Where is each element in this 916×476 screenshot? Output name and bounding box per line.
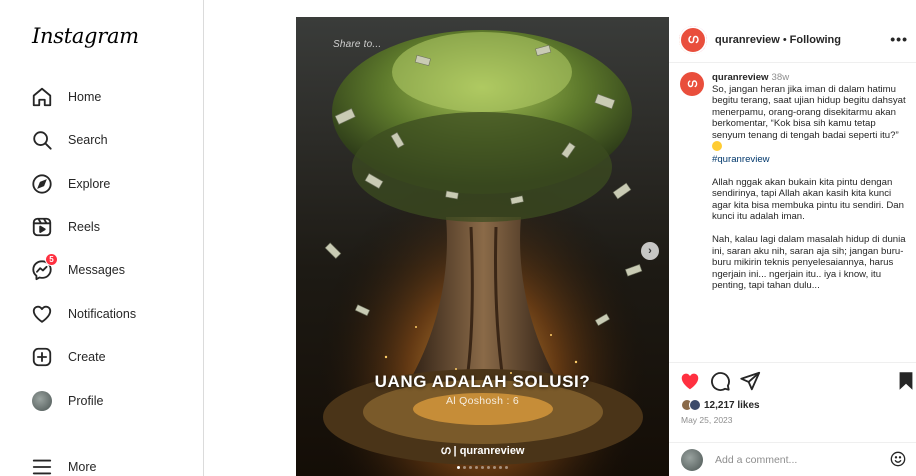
comment-icon (711, 372, 730, 391)
smile-emoji-icon (712, 141, 722, 151)
sidebar-item-create[interactable]: Create (30, 344, 106, 370)
brand-logo-icon: ഗ | (440, 445, 460, 457)
caption-text: quranreview 38w So, jangan heran jika ima… (712, 72, 908, 292)
image-subtitle: Al Qoshosh : 6 (445, 395, 520, 407)
sidebar-item-more[interactable]: More (30, 454, 96, 476)
instagram-logo[interactable]: Instagram (32, 24, 139, 48)
carousel-dot (469, 466, 472, 469)
carousel-dot (493, 466, 496, 469)
post-author-avatar[interactable]: ഗ (679, 25, 707, 54)
carousel-dot (457, 466, 460, 469)
profile-avatar (30, 389, 54, 413)
emoji-icon (890, 451, 906, 467)
save-button[interactable] (895, 370, 916, 392)
sidebar-item-label: Reels (68, 220, 100, 234)
heart-filled-icon (681, 373, 699, 390)
image-title: UANG ADALAH SOLUSI? (374, 372, 591, 391)
sidebar-item-label: Notifications (68, 307, 137, 321)
sidebar-item-messages[interactable]: 5 Messages (30, 253, 125, 283)
emoji-picker-button[interactable] (890, 451, 906, 467)
plus-square-icon (30, 345, 54, 369)
following-button[interactable]: Following (790, 34, 841, 46)
messenger-icon: 5 (30, 253, 58, 282)
sidebar-item-label: Messages (68, 263, 125, 277)
image-brand: ഗ | quranreview (296, 445, 669, 458)
caption-paragraph-3: Nah, kalau lagi dalam masalah hidup di d… (712, 234, 906, 291)
share-button[interactable] (739, 370, 761, 392)
post-actions (669, 370, 916, 396)
post-author-username[interactable]: quranreview (715, 34, 780, 46)
carousel-dot (475, 466, 478, 469)
caption-paragraph-2: Allah nggak akan bukain kita pintu denga… (712, 176, 904, 223)
liker-avatar (689, 399, 701, 411)
sidebar-item-explore[interactable]: Explore (30, 171, 110, 197)
carousel-dot (463, 466, 466, 469)
sidebar-item-home[interactable]: Home (30, 84, 101, 110)
paper-plane-icon (740, 371, 761, 391)
reels-icon (30, 215, 54, 239)
sidebar-item-label: Create (68, 350, 106, 364)
sidebar: Instagram Home Search Explore Reels 5 Me… (0, 0, 204, 476)
caption-paragraph-1: So, jangan heran jika iman di dalam hati… (712, 83, 906, 141)
sidebar-item-label: Profile (68, 394, 104, 408)
compass-icon (30, 172, 54, 196)
sidebar-item-label: Search (68, 133, 108, 147)
like-button[interactable] (679, 370, 701, 392)
sidebar-item-reels[interactable]: Reels (30, 214, 100, 240)
post-details-panel: ഗ quranreview • Following ••• ഗ quranrevie… (669, 17, 916, 476)
heart-icon (30, 302, 54, 326)
home-icon (30, 85, 54, 109)
caption-area: ഗ quranreview 38w So, jangan heran jika i… (669, 67, 916, 363)
caption-author-avatar[interactable]: ഗ (680, 72, 704, 96)
comment-bar (669, 442, 916, 476)
instagram-app: Instagram Home Search Explore Reels 5 Me… (0, 0, 916, 476)
caption-username[interactable]: quranreview (712, 72, 769, 83)
comment-input[interactable] (715, 453, 885, 466)
money-tree-illustration (296, 17, 669, 476)
search-icon (30, 128, 54, 152)
sidebar-item-profile[interactable]: Profile (30, 388, 103, 414)
sidebar-item-label: More (68, 460, 97, 474)
post-image[interactable]: Share to... › UANG ADALAH SOLUSI? Al Qos… (296, 17, 669, 476)
post-header-text: quranreview • Following (715, 34, 841, 46)
sidebar-item-notifications[interactable]: Notifications (30, 301, 136, 327)
post-date[interactable]: May 25, 2023 (681, 415, 733, 425)
image-brand-name: quranreview (459, 445, 525, 457)
share-overlay-text: Share to... (333, 39, 382, 50)
carousel-dot (505, 466, 508, 469)
comment-button[interactable] (709, 370, 731, 392)
current-user-avatar (681, 448, 703, 471)
sidebar-item-label: Home (68, 90, 102, 104)
carousel-dots (296, 466, 669, 469)
messages-badge: 5 (45, 253, 58, 266)
caption-hashtag[interactable]: #quranreview (712, 154, 770, 165)
hamburger-icon (30, 455, 54, 476)
brand-logo-icon: ഗ (679, 25, 707, 54)
bookmark-filled-icon (899, 372, 913, 390)
next-slide-button[interactable]: › (641, 242, 659, 260)
more-options-icon[interactable]: ••• (890, 31, 908, 47)
caption-time: 38w (771, 72, 790, 83)
carousel-dot (481, 466, 484, 469)
header-separator: • (782, 33, 787, 46)
carousel-dot (487, 466, 490, 469)
post-header: ഗ quranreview • Following ••• (669, 17, 916, 63)
sidebar-item-label: Explore (68, 177, 111, 191)
sidebar-item-search[interactable]: Search (30, 127, 108, 153)
likes-count[interactable]: 12,217 likes (704, 400, 760, 411)
carousel-dot (499, 466, 502, 469)
likes-row[interactable]: 12,217 likes (681, 399, 760, 411)
